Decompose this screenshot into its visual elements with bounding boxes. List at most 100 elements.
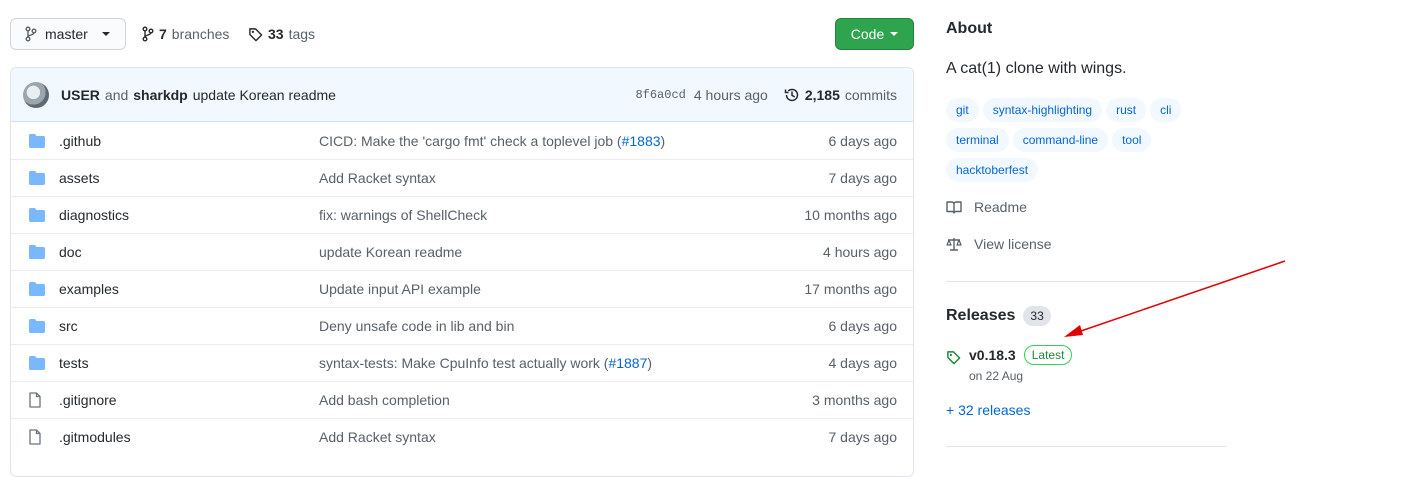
- folder-icon: [29, 319, 45, 333]
- commit-message-text[interactable]: Deny unsafe code in lib and bin: [319, 318, 514, 334]
- topic-tag[interactable]: syntax-highlighting: [982, 98, 1103, 122]
- chevron-down-icon: [890, 32, 899, 36]
- latest-release-date: on 22 Aug: [969, 369, 1024, 383]
- file-commit-message: syntax-tests: Make CpuInfo test actually…: [319, 355, 652, 371]
- topic-tag[interactable]: hacktoberfest: [946, 158, 1039, 182]
- topic-tag[interactable]: tool: [1112, 128, 1152, 152]
- file-commit-message: Add Racket syntax: [319, 429, 436, 445]
- commit-message-text[interactable]: Add bash completion: [319, 392, 450, 408]
- branches-link[interactable]: 7 branches: [142, 18, 229, 50]
- file-name-link[interactable]: .github: [59, 133, 101, 149]
- file-name-link[interactable]: examples: [59, 281, 119, 297]
- more-releases-link[interactable]: + 32 releases: [946, 402, 1030, 418]
- file-commit-message: fix: warnings of ShellCheck: [319, 207, 487, 223]
- file-name-link[interactable]: .gitmodules: [59, 429, 131, 445]
- topic-tag[interactable]: terminal: [946, 128, 1009, 152]
- file-commit-message: Update input API example: [319, 281, 481, 297]
- tags-link[interactable]: 33 tags: [248, 18, 315, 50]
- branches-count: 7: [159, 26, 167, 42]
- readme-link[interactable]: Readme: [946, 199, 1027, 215]
- file-commit-age: 6 days ago: [828, 318, 898, 334]
- latest-release[interactable]: v0.18.3 Latest on 22 Aug: [946, 345, 1073, 383]
- file-name-link[interactable]: assets: [59, 170, 99, 186]
- file-name-link[interactable]: tests: [59, 355, 89, 371]
- branch-selector-button[interactable]: master: [10, 18, 126, 50]
- file-name-link[interactable]: .gitignore: [59, 392, 117, 408]
- commit-and-text: and: [104, 86, 129, 103]
- book-icon: [946, 199, 962, 215]
- commits-count: 2,185: [804, 86, 840, 103]
- file-commit-age: 17 months ago: [804, 281, 897, 297]
- commit-message-text[interactable]: Update input API example: [319, 281, 481, 297]
- pull-request-link[interactable]: #1887: [608, 355, 647, 371]
- file-commit-message: Deny unsafe code in lib and bin: [319, 318, 514, 334]
- file-commit-age: 7 days ago: [828, 429, 898, 445]
- file-row: src Deny unsafe code in lib and bin 6 days…: [11, 307, 913, 344]
- releases-heading: Releases: [946, 307, 1016, 324]
- file-commit-message: update Korean readme: [319, 244, 462, 260]
- sidebar-divider: [946, 446, 1226, 447]
- file-commit-age: 7 days ago: [828, 170, 898, 186]
- file-row: doc update Korean readme 4 hours ago: [11, 233, 913, 270]
- latest-release-version[interactable]: v0.18.3: [969, 347, 1016, 363]
- chevron-down-icon: [101, 32, 110, 36]
- latest-commit-bar: USER and sharkdp update Korean readme 8f…: [11, 68, 913, 122]
- commit-message-text[interactable]: syntax-tests: Make CpuInfo test actually…: [319, 355, 608, 371]
- file-icon: [29, 392, 45, 408]
- commit-message-text[interactable]: fix: warnings of ShellCheck: [319, 207, 487, 223]
- commit-sha-link[interactable]: 8f6a0cd: [635, 88, 685, 102]
- folder-icon: [29, 208, 45, 222]
- topic-tag[interactable]: cli: [1150, 98, 1182, 122]
- license-link[interactable]: View license: [946, 236, 1052, 252]
- file-row: diagnostics fix: warnings of ShellCheck 10…: [11, 196, 913, 233]
- file-icon: [29, 429, 45, 445]
- law-scale-icon: [946, 236, 962, 252]
- file-list: .github CICD: Make the 'cargo fmt' check …: [11, 122, 913, 455]
- topics-list: git syntax-highlighting rust cli terminal com…: [946, 98, 1216, 182]
- tag-icon: [248, 27, 263, 42]
- file-row: examples Update input API example 17 month…: [11, 270, 913, 307]
- folder-icon: [29, 356, 45, 370]
- releases-header[interactable]: Releases 33: [946, 306, 1051, 326]
- license-label: View license: [974, 236, 1052, 252]
- commit-coauthor-link[interactable]: sharkdp: [133, 87, 187, 103]
- file-row: .gitmodules Add Racket syntax 7 days ago: [11, 418, 913, 455]
- file-commit-age: 10 months ago: [804, 207, 897, 223]
- topic-tag[interactable]: rust: [1106, 98, 1147, 122]
- commit-message-text[interactable]: Add Racket syntax: [319, 170, 436, 186]
- tags-count: 33: [268, 26, 284, 42]
- git-branch-icon: [25, 26, 37, 42]
- folder-icon: [29, 245, 45, 259]
- file-commit-age: 6 days ago: [828, 132, 898, 149]
- file-row: .gitignore Add bash completion 3 months ag…: [11, 381, 913, 418]
- readme-label: Readme: [974, 199, 1027, 215]
- commit-message-text[interactable]: update Korean readme: [319, 244, 462, 260]
- file-browser: USER and sharkdp update Korean readme 8f…: [10, 67, 914, 477]
- avatar[interactable]: [23, 81, 49, 108]
- file-commit-message: Add Racket syntax: [319, 170, 436, 186]
- file-commit-age: 4 days ago: [828, 355, 898, 371]
- topic-tag[interactable]: git: [946, 98, 979, 122]
- folder-icon: [29, 282, 45, 296]
- commits-history-link[interactable]: 2,185 commits: [784, 87, 897, 103]
- commit-author-link[interactable]: USER: [61, 87, 100, 103]
- commit-message-text[interactable]: Add Racket syntax: [319, 429, 436, 445]
- commits-label: commits: [844, 86, 897, 103]
- annotation-arrow-icon: [1064, 260, 1286, 337]
- pull-request-link[interactable]: #1883: [622, 133, 661, 149]
- file-commit-age: 3 months ago: [812, 392, 897, 408]
- latest-badge: Latest: [1023, 345, 1073, 365]
- branches-label: branches: [171, 26, 230, 42]
- code-button[interactable]: Code: [835, 18, 914, 50]
- file-name-link[interactable]: doc: [59, 244, 82, 260]
- file-name-link[interactable]: diagnostics: [59, 207, 129, 223]
- topic-tag[interactable]: command-line: [1012, 128, 1109, 152]
- tags-label: tags: [288, 26, 316, 42]
- file-commit-message: CICD: Make the 'cargo fmt' check a tople…: [319, 133, 665, 149]
- file-name-link[interactable]: src: [59, 318, 78, 334]
- about-heading: About: [946, 20, 993, 37]
- history-icon: [784, 87, 800, 103]
- folder-icon: [29, 133, 45, 148]
- commit-message-text[interactable]: CICD: Make the 'cargo fmt' check a tople…: [319, 133, 622, 149]
- commit-message-link[interactable]: update Korean readme: [193, 87, 336, 103]
